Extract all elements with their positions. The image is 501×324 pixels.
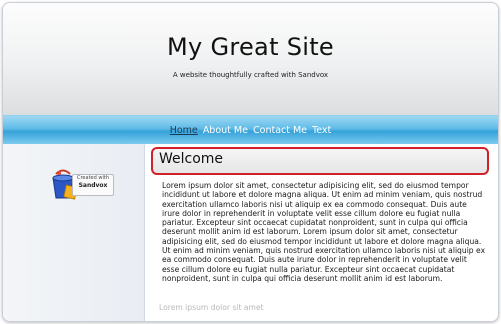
site-header: My Great Site A website thoughtfully cra… [3,3,498,115]
page-heading-box: Welcome [151,147,489,175]
nav-item-home[interactable]: Home [170,125,198,136]
navigation-bar: Home About Me Contact Me Text [3,115,498,145]
sandvox-badge[interactable]: Created with Sandvox [50,169,140,201]
nav-item-text[interactable]: Text [312,125,331,136]
cutoff-paragraph: Lorem ipsum dolor sit amet [159,303,264,312]
nav-item-about-me[interactable]: About Me [203,125,248,136]
body-paragraph: Lorem ipsum dolor sit amet, consectetur … [162,181,486,283]
site-tagline: A website thoughtfully crafted with Sand… [172,71,329,79]
page-frame: My Great Site A website thoughtfully cra… [2,2,499,322]
badge-line-1: Created with [77,175,109,181]
sidebar: Created with Sandvox [3,144,145,321]
badge-label: Created with Sandvox [72,174,114,196]
page-title: Welcome [159,151,224,167]
badge-line-2: Sandvox [78,182,108,189]
nav-menu: Home About Me Contact Me Text [3,125,498,136]
site-title[interactable]: My Great Site [3,33,498,61]
nav-item-contact-me[interactable]: Contact Me [253,125,307,136]
